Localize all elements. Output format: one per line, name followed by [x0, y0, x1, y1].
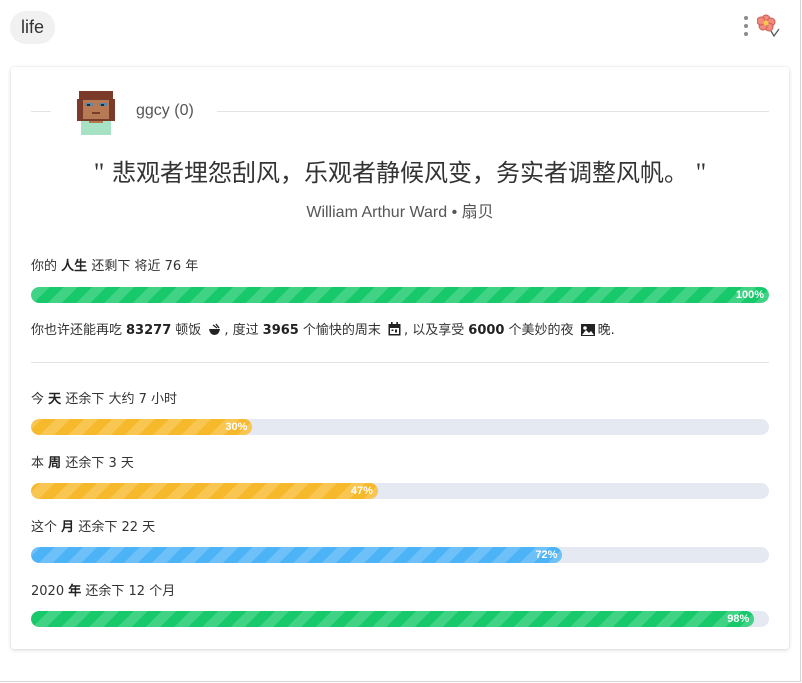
- attribution-separator: •: [451, 204, 458, 221]
- quote-text: 悲观者埋怨刮风，乐观者静候风变，务实者调整风帆。: [112, 159, 688, 187]
- year-progress-percent: 98%: [727, 613, 750, 625]
- day-progress-fill: 30%: [31, 419, 253, 435]
- year-label: 2020 年 还余下 12 个月: [31, 580, 175, 599]
- day-label-prefix: 今: [31, 392, 45, 407]
- week-progress-bar: 47%: [31, 483, 769, 499]
- quote: " 悲观者埋怨刮风，乐观者静候风变，务实者调整风帆。 ": [11, 153, 789, 188]
- month-label-suffix: 还余下 22 天: [78, 520, 156, 535]
- section-divider: [31, 362, 769, 363]
- stats-weekends: 3965: [262, 323, 299, 338]
- stats-text-1: 你也许还能再吃: [31, 323, 123, 338]
- life-label-keyword: 人生: [61, 259, 88, 274]
- divider-left: [31, 111, 51, 112]
- week-label: 本 周 还余下 3 天: [31, 452, 134, 471]
- life-label: 你的 人生 还剩下 将近 76 年: [31, 255, 198, 274]
- week-label-keyword: 周: [48, 456, 62, 471]
- night-icon: [580, 324, 595, 340]
- stats-nights: 6000: [468, 323, 505, 338]
- week-label-prefix: 本: [31, 456, 45, 471]
- stats-meals: 83277: [126, 323, 172, 338]
- top-bar: life: [0, 0, 802, 56]
- quote-source: 扇贝: [461, 204, 494, 221]
- life-card: ggcy (0) " 悲观者埋怨刮风，乐观者静候风变，务实者调整风帆。 " Wi…: [11, 67, 789, 649]
- month-label-keyword: 月: [61, 520, 75, 535]
- life-progress-bar: 100%: [31, 287, 769, 303]
- stats-text-6: 个美妙的夜: [508, 323, 574, 338]
- year-label-prefix: 2020: [31, 584, 65, 599]
- divider-right: [217, 111, 769, 112]
- month-progress-percent: 72%: [535, 549, 558, 561]
- life-label-suffix: 还剩下 将近 76 年: [91, 259, 199, 274]
- month-label: 这个 月 还余下 22 天: [31, 516, 155, 535]
- life-progress-fill: 100%: [31, 287, 769, 303]
- life-progress-percent: 100%: [735, 289, 764, 301]
- bowl-icon: [208, 323, 221, 340]
- day-progress-bar: 30%: [31, 419, 769, 435]
- stats-text-4: 个愉快的周末: [302, 323, 381, 338]
- day-label: 今 天 还余下 大约 7 小时: [31, 388, 177, 407]
- avatar[interactable]: [75, 87, 117, 135]
- stats-text-5: , 以及享受: [404, 323, 465, 338]
- year-progress-bar: 98%: [31, 611, 769, 627]
- stats-text-2: 顿饭: [175, 323, 202, 338]
- day-label-suffix: 还余下 大约 7 小时: [65, 392, 177, 407]
- week-progress-fill: 47%: [31, 483, 378, 499]
- day-progress-percent: 30%: [225, 421, 248, 433]
- quote-attribution: William Arthur Ward • 扇贝: [11, 198, 789, 222]
- tag-chip-life[interactable]: life: [10, 11, 56, 44]
- month-label-prefix: 这个: [31, 520, 58, 535]
- username[interactable]: ggcy (0): [136, 102, 194, 120]
- year-label-keyword: 年: [68, 584, 82, 599]
- week-label-suffix: 还余下 3 天: [65, 456, 134, 471]
- week-progress-percent: 47%: [350, 485, 373, 497]
- stats-text-7: 晚.: [597, 323, 615, 338]
- year-label-suffix: 还余下 12 个月: [85, 584, 176, 599]
- life-stats: 你也许还能再吃 83277 顿饭 , 度过 3965 个愉快的周末 , 以及享受 6000…: [31, 319, 615, 340]
- more-vertical-icon[interactable]: [741, 16, 751, 40]
- life-label-prefix: 你的: [31, 259, 58, 274]
- quote-author: William Arthur Ward: [306, 204, 448, 221]
- stats-text-3: , 度过: [224, 323, 259, 338]
- month-progress-bar: 72%: [31, 547, 769, 563]
- quote-open-mark: ": [93, 158, 105, 187]
- month-progress-fill: 72%: [31, 547, 563, 563]
- quote-close-mark: ": [695, 158, 707, 187]
- flower-icon[interactable]: [756, 13, 781, 39]
- year-progress-fill: 98%: [31, 611, 755, 627]
- day-label-keyword: 天: [48, 392, 62, 407]
- calendar-icon: [388, 322, 401, 340]
